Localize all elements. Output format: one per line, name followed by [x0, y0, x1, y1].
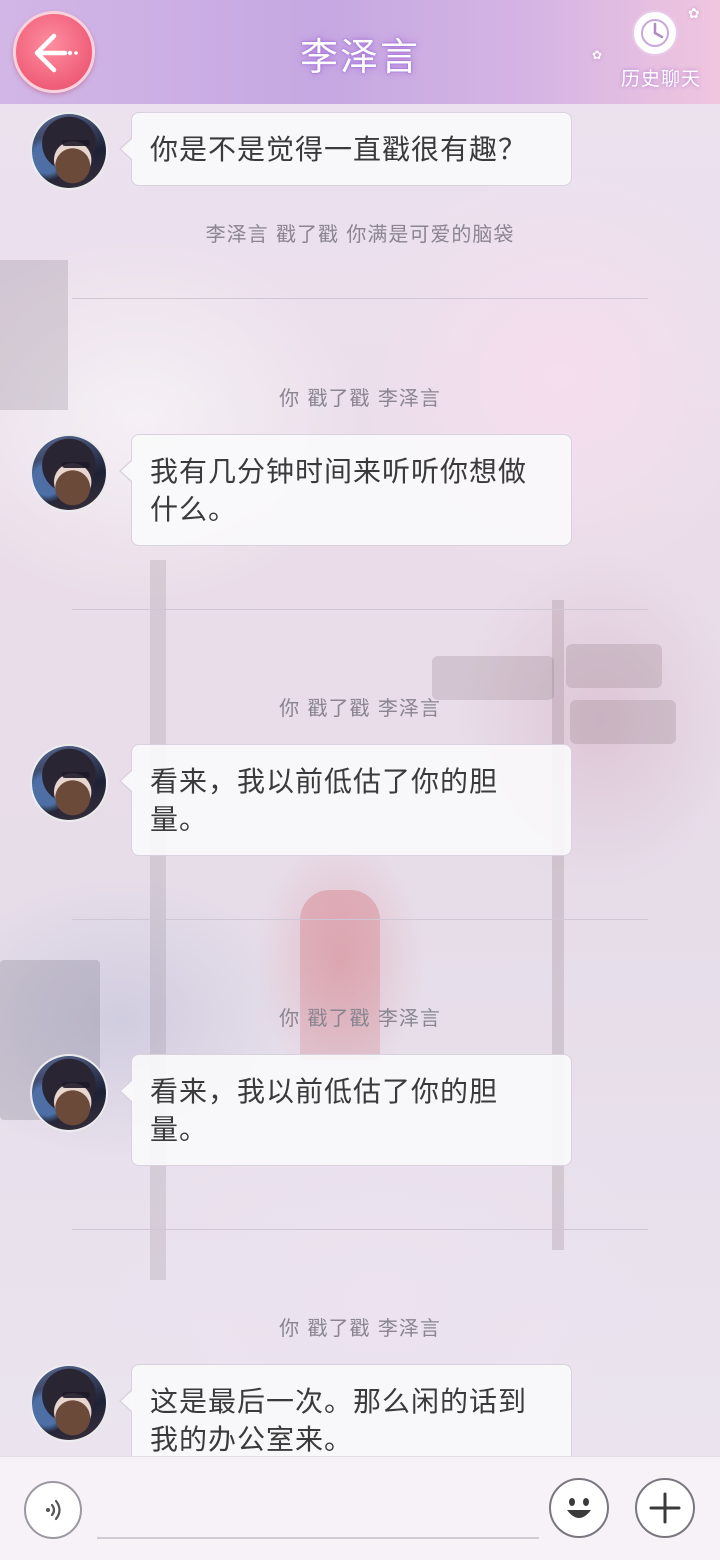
poke-notice: 你 戳了戳 李泽言: [279, 696, 441, 720]
message-bubble[interactable]: 看来，我以前低估了你的胆量。: [119, 1054, 572, 1166]
avatar[interactable]: [30, 744, 108, 822]
input-bar: [0, 1456, 720, 1560]
divider: [72, 919, 648, 920]
clock-icon: [632, 10, 678, 56]
top-bar: 李泽言 历史聊天 ✿ ✿: [0, 0, 720, 104]
sparkle-icon: ✿: [592, 48, 603, 62]
sparkle-icon: ✿: [688, 6, 700, 22]
avatar[interactable]: [30, 1054, 108, 1132]
voice-icon: [46, 1499, 61, 1521]
poke-notice: 你 戳了戳 李泽言: [279, 1006, 441, 1030]
voice-button[interactable]: [24, 1481, 82, 1539]
message-input[interactable]: [97, 1487, 539, 1539]
divider: [72, 298, 648, 299]
more-button[interactable]: [635, 1478, 695, 1538]
avatar[interactable]: [30, 1364, 108, 1442]
poke-notice: 你 戳了戳 李泽言: [279, 1316, 441, 1340]
poke-notice: 李泽言 戳了戳 你满是可爱的脑袋: [205, 222, 515, 246]
poke-notice: 你 戳了戳 李泽言: [279, 386, 441, 410]
avatar[interactable]: [30, 434, 108, 512]
message-bubble[interactable]: 你是不是觉得一直戳很有趣？: [119, 112, 572, 186]
message-bubble[interactable]: 看来，我以前低估了你的胆量。: [119, 744, 572, 856]
history-chat-label: 历史聊天: [620, 68, 701, 90]
divider: [72, 1229, 648, 1230]
plus-icon: [649, 1492, 681, 1524]
emoji-icon: [567, 1498, 591, 1518]
avatar[interactable]: [30, 112, 108, 190]
chat-list[interactable]: 你是不是觉得一直戳很有趣？ 李泽言 戳了戳 你满是可爱的脑袋 你 戳了戳 李泽言…: [0, 104, 720, 1456]
emoji-button[interactable]: [549, 1478, 609, 1538]
message-bubble[interactable]: 这是最后一次。那么闲的话到我的办公室来。: [119, 1364, 572, 1456]
divider: [72, 609, 648, 610]
message-bubble[interactable]: 我有几分钟时间来听听你想做什么。: [119, 434, 572, 546]
